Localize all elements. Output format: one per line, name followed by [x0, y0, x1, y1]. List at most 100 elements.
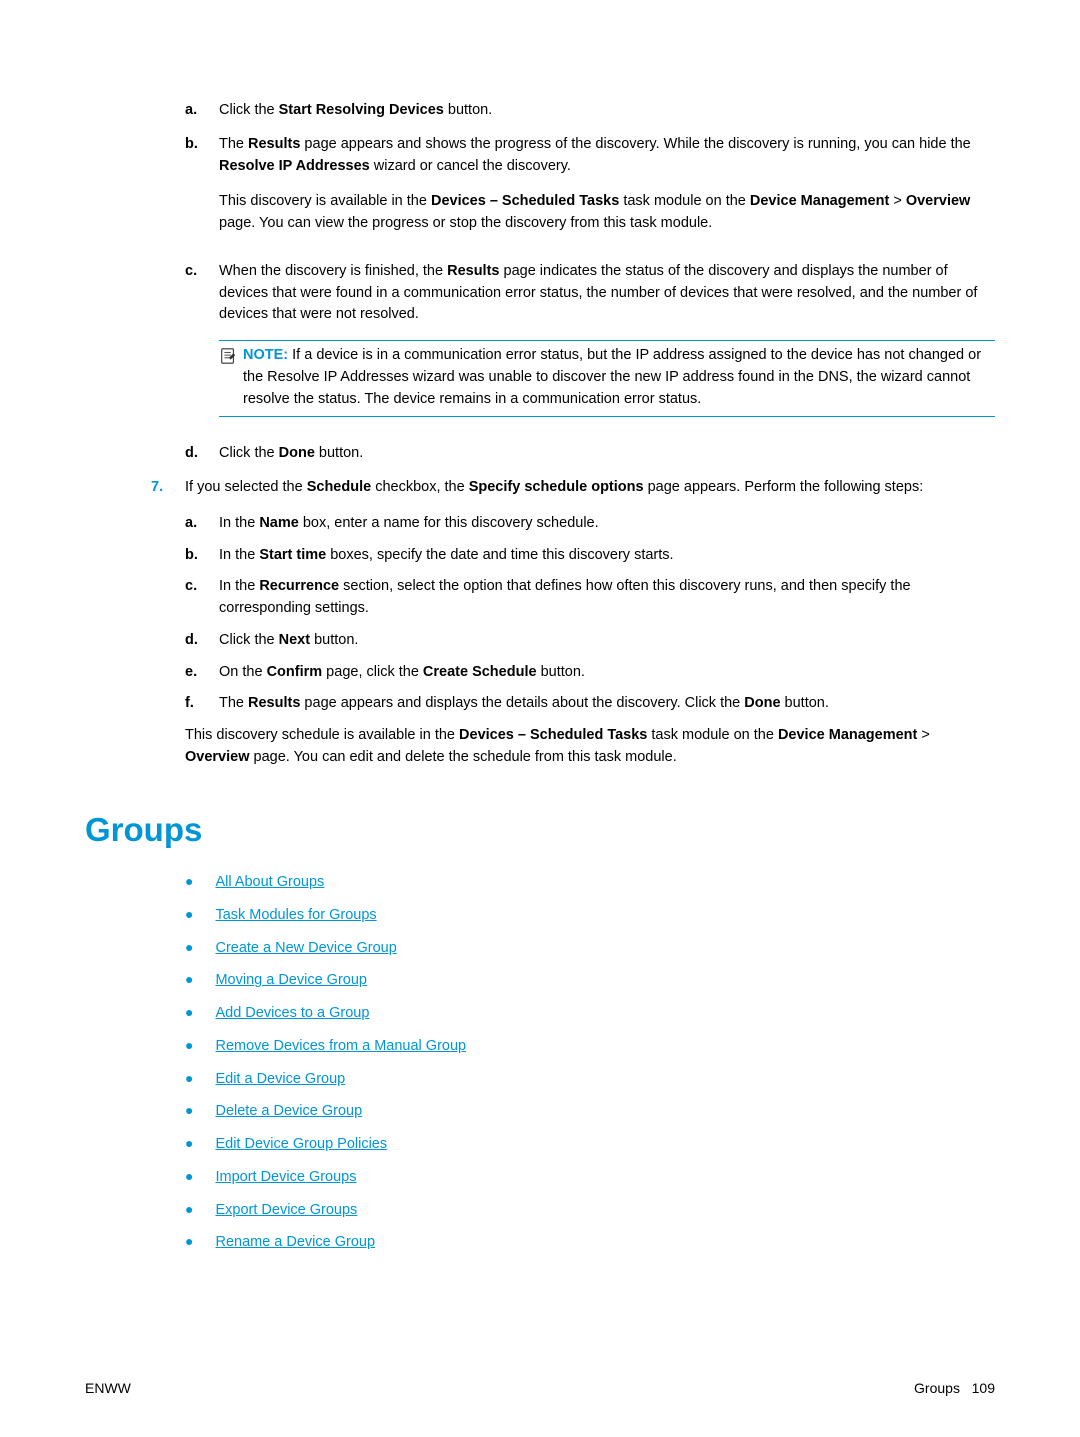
text: On the — [219, 664, 267, 680]
link-list-item: ●Remove Devices from a Manual Group — [185, 1036, 995, 1058]
note-icon — [219, 347, 239, 373]
bold-text: Done — [744, 695, 780, 711]
bold-text: Resolve IP Addresses — [219, 158, 370, 174]
text: task module on the — [619, 193, 750, 209]
footer-left: ENWW — [85, 1378, 131, 1399]
bullet-icon: ● — [185, 1200, 193, 1220]
doc-link[interactable]: Edit Device Group Policies — [215, 1134, 387, 1156]
bold-text: Start Resolving Devices — [279, 102, 444, 118]
text: button. — [444, 102, 492, 118]
section-heading-groups: Groups — [85, 805, 995, 855]
link-list-item: ● Create a New Device Group — [185, 938, 995, 960]
doc-link[interactable]: All About Groups — [215, 872, 324, 894]
bold-text: Results — [248, 695, 300, 711]
text: The — [219, 136, 248, 152]
text: This discovery schedule is available in … — [185, 727, 459, 743]
note-box: NOTE: If a device is in a communication … — [219, 340, 995, 417]
bullet-icon: ● — [185, 872, 193, 892]
bullet-icon: ● — [185, 1101, 193, 1121]
list-item-6b: b. The Results page appears and shows th… — [185, 134, 995, 249]
bullet-icon: ● — [185, 1134, 193, 1154]
list-item-7b: b. In the Start time boxes, specify the … — [185, 545, 995, 567]
bullet-icon: ● — [185, 905, 193, 925]
text: task module on the — [647, 727, 778, 743]
footer-page-number: 109 — [972, 1380, 995, 1396]
list-label: b. — [185, 134, 219, 249]
text: checkbox, the — [371, 479, 469, 495]
doc-link[interactable]: Export Device Groups — [215, 1200, 357, 1222]
list-label: d. — [185, 443, 219, 465]
list-label: e. — [185, 662, 219, 684]
text: box, enter a name for this discovery sch… — [299, 515, 599, 531]
text: In the — [219, 515, 259, 531]
bullet-icon: ● — [185, 1167, 193, 1187]
bold-text: Schedule — [307, 479, 371, 495]
text: The — [219, 695, 248, 711]
bold-text: Create Schedule — [423, 664, 537, 680]
list-label: b. — [185, 545, 219, 567]
page-footer: ENWW Groups 109 — [85, 1378, 995, 1399]
link-list-item: ● Export Device Groups — [185, 1200, 995, 1222]
doc-link[interactable]: Import Device Groups — [215, 1167, 356, 1189]
doc-link[interactable]: Rename a Device Group — [215, 1232, 375, 1254]
list-label: 7. — [151, 477, 185, 783]
list-label: c. — [185, 261, 219, 432]
text: wizard or cancel the discovery. — [370, 158, 571, 174]
text: Click the — [219, 445, 279, 461]
text: In the — [219, 578, 259, 594]
doc-link[interactable]: Add Devices to a Group — [215, 1003, 369, 1025]
doc-link[interactable]: Create a New Device Group — [215, 938, 396, 960]
list-label: f. — [185, 693, 219, 715]
bold-text: Specify schedule options — [469, 479, 644, 495]
text: page, click the — [322, 664, 423, 680]
list-item-7: 7. If you selected the Schedule checkbox… — [151, 477, 995, 783]
doc-link[interactable]: Edit a Device Group — [215, 1069, 345, 1091]
list-label: a. — [185, 100, 219, 122]
bold-text: Devices – Scheduled Tasks — [459, 727, 647, 743]
bold-text: Devices – Scheduled Tasks — [431, 193, 619, 209]
text: > — [917, 727, 930, 743]
bullet-icon: ● — [185, 1069, 193, 1089]
list-item-7f: f. The Results page appears and displays… — [185, 693, 995, 715]
list-item-7c: c. In the Recurrence section, select the… — [185, 576, 995, 620]
list-item-7e: e. On the Confirm page, click the Create… — [185, 662, 995, 684]
note-label: NOTE: — [243, 347, 288, 363]
doc-link[interactable]: Task Modules for Groups — [215, 905, 376, 927]
text: page appears. Perform the following step… — [644, 479, 924, 495]
list-item-6a: a. Click the Start Resolving Devices but… — [185, 100, 995, 122]
doc-link[interactable]: Delete a Device Group — [215, 1101, 362, 1123]
list-item-7a: a. In the Name box, enter a name for thi… — [185, 513, 995, 535]
text: button. — [315, 445, 363, 461]
link-list-item: ● Delete a Device Group — [185, 1101, 995, 1123]
text: button. — [537, 664, 585, 680]
text: When the discovery is finished, the — [219, 263, 447, 279]
text: In the — [219, 547, 259, 563]
text: page. You can view the progress or stop … — [219, 215, 712, 231]
footer-section-label: Groups — [914, 1380, 960, 1396]
link-list-item: ●Add Devices to a Group — [185, 1003, 995, 1025]
bullet-icon: ● — [185, 938, 193, 958]
text: button. — [310, 632, 358, 648]
bullet-icon: ● — [185, 970, 193, 990]
link-list-item: ● Edit a Device Group — [185, 1069, 995, 1091]
bold-text: Overview — [185, 749, 250, 765]
text: page appears and displays the details ab… — [300, 695, 744, 711]
link-list: ● All About Groups ● Task Modules for Group… — [185, 872, 995, 1254]
bold-text: Overview — [906, 193, 971, 209]
link-list-item: ●Rename a Device Group — [185, 1232, 995, 1254]
bold-text: Done — [279, 445, 315, 461]
bold-text: Next — [279, 632, 310, 648]
text: button. — [781, 695, 829, 711]
text: If you selected the — [185, 479, 307, 495]
bold-text: Results — [447, 263, 499, 279]
list-item-6d: d. Click the Done button. — [185, 443, 995, 465]
doc-link[interactable]: Remove Devices from a Manual Group — [215, 1036, 466, 1058]
note-text: If a device is in a communication error … — [243, 347, 981, 407]
bold-text: Device Management — [778, 727, 917, 743]
text: This discovery is available in the — [219, 193, 431, 209]
list-label: a. — [185, 513, 219, 535]
bold-text: Recurrence — [259, 578, 339, 594]
doc-link[interactable]: Moving a Device Group — [215, 970, 367, 992]
link-list-item: ● Edit Device Group Policies — [185, 1134, 995, 1156]
text: Click the — [219, 632, 279, 648]
